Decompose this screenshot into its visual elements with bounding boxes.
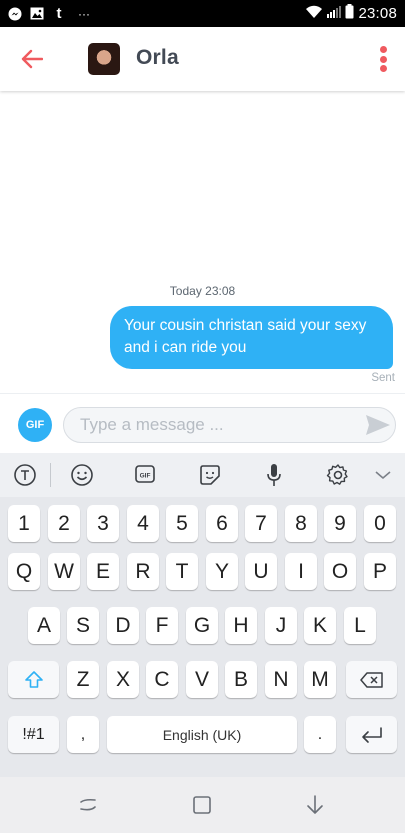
contact-name[interactable]: Orla	[136, 46, 179, 70]
chat-thread[interactable]: Today 23:08 Your cousin christan said yo…	[0, 91, 405, 393]
gif-button[interactable]: GIF	[18, 408, 52, 442]
more-vert-dot	[379, 55, 387, 63]
outgoing-message-bubble[interactable]: Your cousin christan said your sexy and …	[110, 306, 393, 369]
more-icon: ···	[78, 6, 90, 21]
key-k[interactable]: K	[304, 607, 336, 644]
shift-key[interactable]	[8, 661, 59, 698]
message-input[interactable]	[63, 407, 396, 443]
system-nav-bar	[0, 777, 405, 833]
space-bar[interactable]: English (UK)	[107, 716, 297, 753]
key-n[interactable]: N	[265, 661, 297, 698]
more-vert-icon	[379, 46, 387, 53]
sticker-icon[interactable]	[195, 461, 225, 489]
key-j[interactable]: J	[265, 607, 297, 644]
key-8[interactable]: 8	[285, 505, 317, 542]
key-e[interactable]: E	[87, 553, 119, 590]
key-h[interactable]: H	[225, 607, 257, 644]
home-icon[interactable]	[189, 793, 215, 817]
backspace-key[interactable]	[346, 661, 397, 698]
chevron-down-icon[interactable]	[368, 461, 398, 489]
back-button[interactable]	[18, 45, 46, 73]
send-icon	[366, 415, 390, 435]
back-nav-icon[interactable]	[302, 793, 328, 817]
keyboard: 1 2 3 4 5 6 7 8 9 0 Q W E R T Y U I O P …	[0, 497, 405, 777]
key-r[interactable]: R	[127, 553, 159, 590]
comma-key[interactable]: ,	[67, 716, 99, 753]
toolbar-divider	[50, 463, 51, 487]
key-p[interactable]: P	[364, 553, 396, 590]
wifi-icon	[305, 5, 323, 23]
gif-icon[interactable]: GIF	[131, 461, 161, 489]
microphone-icon[interactable]	[259, 461, 289, 489]
shift-icon	[24, 670, 43, 688]
status-time: 23:08	[358, 5, 397, 22]
text-cursor-icon[interactable]	[10, 461, 40, 489]
status-notifications: t ···	[8, 5, 94, 22]
message-status: Sent	[371, 372, 395, 384]
key-0[interactable]: 0	[364, 505, 396, 542]
more-options-button[interactable]	[375, 43, 391, 75]
status-system: 23:08	[305, 4, 397, 23]
image-icon	[30, 7, 44, 21]
emoji-icon[interactable]	[67, 461, 97, 489]
recent-apps-icon[interactable]	[75, 793, 101, 817]
key-b[interactable]: B	[225, 661, 257, 698]
symbols-key[interactable]: !#1	[8, 716, 59, 753]
key-a[interactable]: A	[28, 607, 60, 644]
key-u[interactable]: U	[245, 553, 277, 590]
settings-icon[interactable]	[323, 461, 353, 489]
period-key[interactable]: .	[304, 716, 336, 753]
key-y[interactable]: Y	[206, 553, 238, 590]
key-9[interactable]: 9	[324, 505, 356, 542]
keyboard-toolbar: GIF	[0, 453, 405, 497]
key-4[interactable]: 4	[127, 505, 159, 542]
key-o[interactable]: O	[324, 553, 356, 590]
key-l[interactable]: L	[344, 607, 376, 644]
battery-icon	[345, 4, 354, 23]
key-6[interactable]: 6	[206, 505, 238, 542]
key-d[interactable]: D	[107, 607, 139, 644]
send-button[interactable]	[365, 414, 391, 436]
signal-icon	[327, 5, 342, 22]
enter-icon	[361, 726, 382, 743]
key-3[interactable]: 3	[87, 505, 119, 542]
key-v[interactable]: V	[186, 661, 218, 698]
avatar[interactable]	[88, 43, 120, 75]
backspace-icon	[359, 671, 383, 688]
key-i[interactable]: I	[285, 553, 317, 590]
svg-text:GIF: GIF	[140, 473, 151, 480]
message-composer: GIF	[0, 393, 405, 453]
key-5[interactable]: 5	[166, 505, 198, 542]
key-7[interactable]: 7	[245, 505, 277, 542]
key-f[interactable]: F	[146, 607, 178, 644]
key-2[interactable]: 2	[48, 505, 80, 542]
key-q[interactable]: Q	[8, 553, 40, 590]
key-z[interactable]: Z	[67, 661, 99, 698]
key-s[interactable]: S	[67, 607, 99, 644]
message-timestamp: Today 23:08	[169, 284, 236, 298]
key-m[interactable]: M	[304, 661, 336, 698]
chat-header: Orla	[0, 27, 405, 91]
more-vert-dot	[379, 65, 387, 72]
status-bar: t ··· 23:08	[0, 0, 405, 27]
enter-key[interactable]	[346, 716, 397, 753]
key-t[interactable]: T	[166, 553, 198, 590]
key-c[interactable]: C	[146, 661, 178, 698]
tumblr-icon: t	[56, 5, 62, 22]
key-1[interactable]: 1	[8, 505, 40, 542]
messenger-icon	[8, 7, 22, 21]
back-arrow-icon	[21, 49, 43, 69]
key-g[interactable]: G	[186, 607, 218, 644]
key-w[interactable]: W	[48, 553, 80, 590]
key-x[interactable]: X	[107, 661, 139, 698]
